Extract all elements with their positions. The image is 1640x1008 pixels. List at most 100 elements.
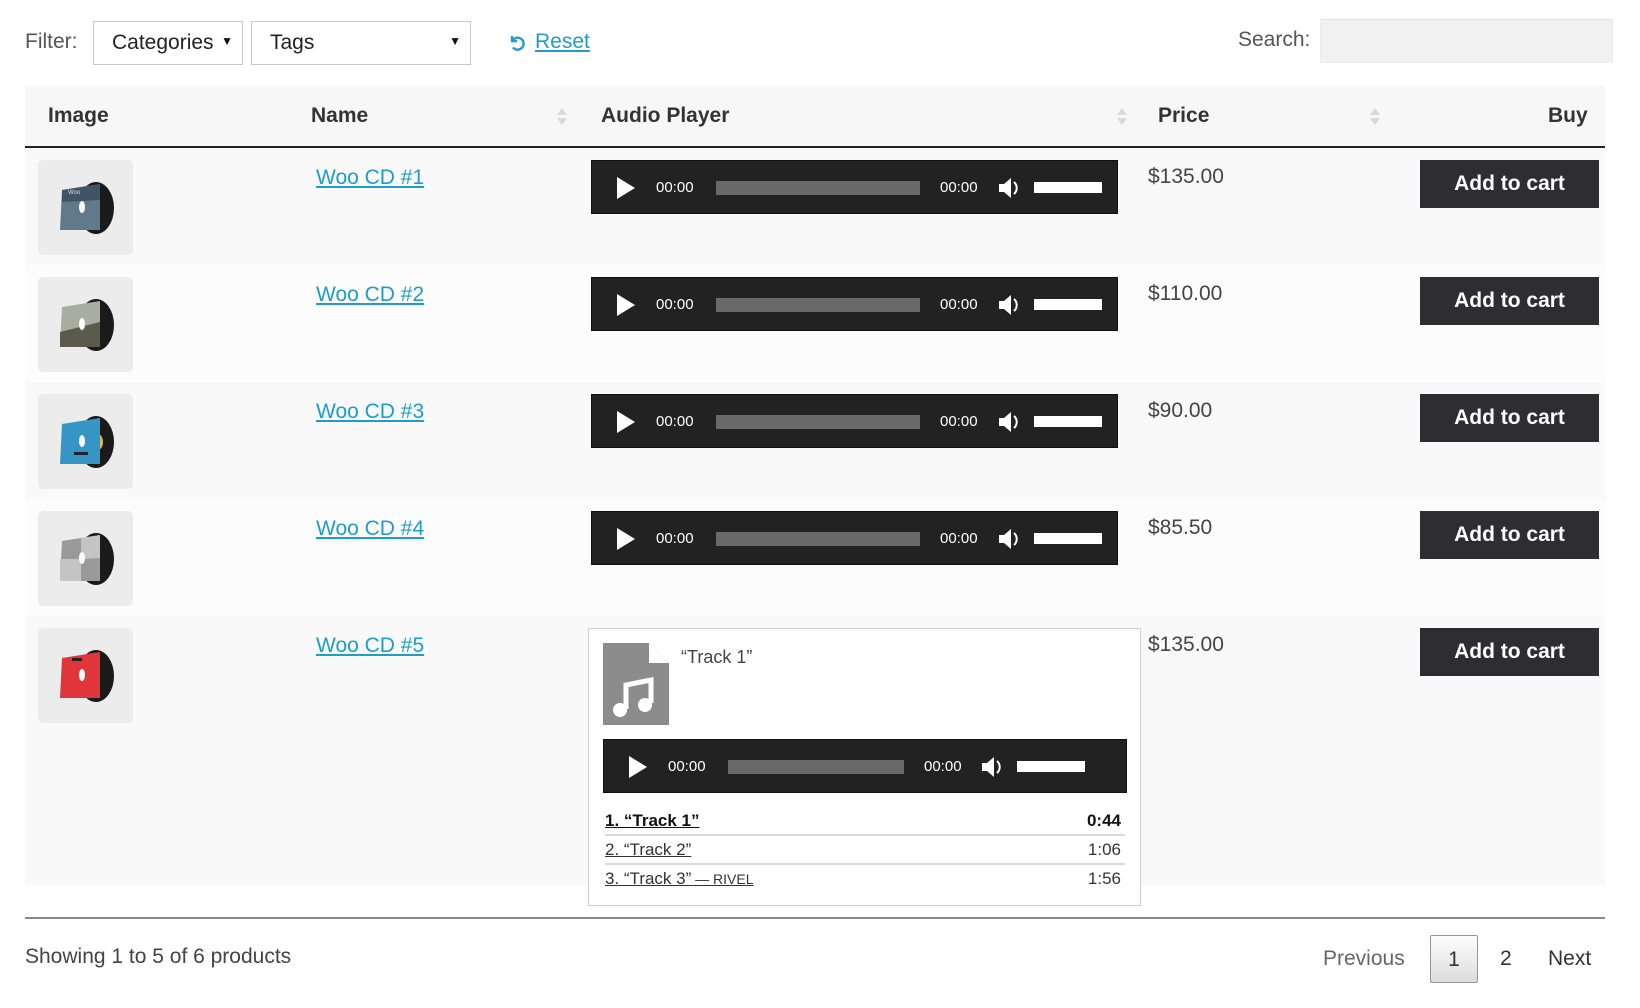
column-header-price[interactable]: Price (1158, 104, 1209, 128)
product-image[interactable] (38, 511, 133, 606)
track-duration: 1:56 (1087, 869, 1121, 888)
seek-bar[interactable] (716, 181, 920, 195)
track-item[interactable]: 3. “Track 3” — RIVEL 1:56 (605, 865, 1125, 894)
cd-cover-icon (60, 299, 114, 351)
audio-player: 00:00 00:00 (591, 277, 1118, 331)
cd-cover-icon (60, 650, 114, 702)
product-name-link[interactable]: Woo CD #2 (316, 283, 424, 307)
product-name-link[interactable]: Woo CD #3 (316, 400, 424, 424)
table-header: Image Name Audio Player Price Buy (25, 86, 1605, 148)
product-price: $85.50 (1148, 516, 1213, 539)
play-button-icon[interactable] (617, 294, 635, 316)
product-price: $135.00 (1148, 165, 1224, 188)
duration: 00:00 (940, 413, 978, 430)
cd-cover-icon (60, 416, 114, 468)
audio-player: 00:00 00:00 (591, 160, 1118, 214)
column-header-buy: Buy (1548, 104, 1588, 127)
product-name-link[interactable]: Woo CD #4 (316, 517, 424, 541)
volume-slider[interactable] (1034, 299, 1102, 310)
track-name: 1. “Track 1” (605, 811, 700, 830)
add-to-cart-button[interactable]: Add to cart (1420, 394, 1599, 442)
volume-icon[interactable] (996, 174, 1024, 202)
audio-playlist: “Track 1” 00:00 00:00 1. “Track 1” 0:44 … (588, 628, 1141, 906)
track-item[interactable]: 2. “Track 2” 1:06 (605, 836, 1125, 865)
track-name-wrapper: 3. “Track 3” — RIVEL (605, 869, 754, 889)
pagination-previous[interactable]: Previous (1323, 935, 1405, 983)
categories-select[interactable]: Categories ▼ (93, 21, 243, 65)
duration: 00:00 (940, 179, 978, 196)
table-row: Woo CD #4 00:00 00:00 $85.50 Add to cart (25, 499, 1605, 616)
current-time: 00:00 (656, 179, 694, 196)
volume-icon[interactable] (996, 291, 1024, 319)
play-button-icon[interactable] (617, 528, 635, 550)
pagination-page-2[interactable]: 2 (1500, 935, 1512, 983)
tags-select[interactable]: Tags ▼ (251, 21, 471, 65)
current-time: 00:00 (668, 758, 706, 775)
product-image[interactable] (38, 277, 133, 372)
track-duration: 0:44 (1086, 811, 1121, 830)
column-header-name[interactable]: Name (311, 104, 368, 128)
search-label: Search: (1238, 28, 1311, 51)
cd-cover-icon (60, 533, 114, 585)
duration: 00:00 (940, 530, 978, 547)
product-name-link[interactable]: Woo CD #1 (316, 166, 424, 190)
product-price: $110.00 (1148, 282, 1223, 305)
pagination-page-1[interactable]: 1 (1430, 935, 1478, 983)
reset-link[interactable]: Reset (507, 30, 590, 54)
product-price: $90.00 (1148, 399, 1213, 422)
seek-bar[interactable] (728, 760, 904, 774)
play-button-icon[interactable] (629, 756, 647, 778)
results-count: Showing 1 to 5 of 6 products (25, 945, 292, 968)
seek-bar[interactable] (716, 532, 920, 546)
now-playing-title: “Track 1” (681, 647, 753, 667)
volume-slider[interactable] (1034, 182, 1102, 193)
product-image[interactable] (38, 628, 133, 723)
sort-name-icon[interactable] (557, 106, 567, 128)
add-to-cart-button[interactable]: Add to cart (1420, 628, 1599, 676)
dropdown-arrow-icon: ▼ (449, 34, 461, 48)
table-row: Woo CD #2 00:00 00:00 $110.00 Add to car… (25, 265, 1605, 382)
seek-bar[interactable] (716, 298, 920, 312)
table-row: Woo Woo CD #1 00:00 00:00 $135.00 Add to… (25, 148, 1605, 265)
volume-slider[interactable] (1017, 761, 1085, 772)
cd-cover-icon: Woo (60, 182, 114, 234)
seek-bar[interactable] (716, 415, 920, 429)
table-bottom-border (25, 917, 1605, 919)
dropdown-arrow-icon: ▼ (221, 34, 233, 48)
add-to-cart-button[interactable]: Add to cart (1420, 160, 1599, 208)
audio-player: 00:00 00:00 (591, 394, 1118, 448)
volume-slider[interactable] (1034, 416, 1102, 427)
current-time: 00:00 (656, 413, 694, 430)
product-image[interactable]: Woo (38, 160, 133, 255)
products-table: Image Name Audio Player Price Buy Woo Wo… (25, 86, 1605, 906)
track-artist: — RIVEL (691, 871, 754, 887)
duration: 00:00 (924, 758, 962, 775)
add-to-cart-button[interactable]: Add to cart (1420, 511, 1599, 559)
track-item[interactable]: 1. “Track 1” 0:44 (605, 807, 1125, 836)
audio-file-icon (603, 643, 669, 725)
pagination-next[interactable]: Next (1548, 935, 1591, 983)
table-row: Woo CD #5 “Track 1” 00:00 00:00 1. “Trac… (25, 616, 1605, 906)
track-duration: 1:06 (1087, 840, 1121, 859)
undo-icon (510, 36, 525, 51)
track-list: 1. “Track 1” 0:44 2. “Track 2” 1:06 3. “… (605, 807, 1125, 894)
product-name-link[interactable]: Woo CD #5 (316, 634, 424, 658)
current-time: 00:00 (656, 296, 694, 313)
column-header-audio-player[interactable]: Audio Player (601, 104, 729, 128)
table-row: Woo CD #3 00:00 00:00 $90.00 Add to cart (25, 382, 1605, 499)
product-image[interactable] (38, 394, 133, 489)
volume-icon[interactable] (979, 753, 1007, 781)
search-input[interactable] (1320, 19, 1613, 63)
sort-price-icon[interactable] (1370, 106, 1380, 128)
column-header-image: Image (48, 104, 109, 127)
play-button-icon[interactable] (617, 177, 635, 199)
reset-label: Reset (535, 30, 590, 53)
play-button-icon[interactable] (617, 411, 635, 433)
sort-audio-icon[interactable] (1117, 106, 1127, 128)
add-to-cart-button[interactable]: Add to cart (1420, 277, 1599, 325)
volume-icon[interactable] (996, 525, 1024, 553)
track-name: 3. “Track 3” (605, 869, 692, 888)
volume-slider[interactable] (1034, 533, 1102, 544)
product-price: $135.00 (1148, 633, 1224, 656)
volume-icon[interactable] (996, 408, 1024, 436)
